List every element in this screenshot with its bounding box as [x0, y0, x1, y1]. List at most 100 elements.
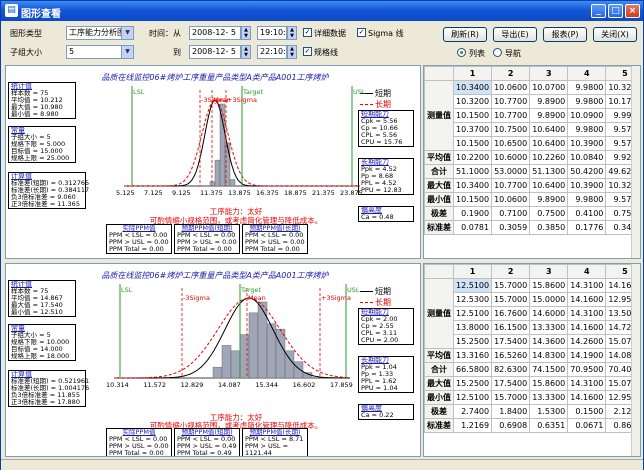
table-cell[interactable]: 10.7500 — [491, 122, 531, 137]
view-table-radio[interactable] — [457, 48, 466, 57]
table-cell[interactable]: 17.5400 — [491, 334, 531, 349]
from-time-spinner[interactable]: ▲ ▼ — [287, 26, 297, 40]
table-row[interactable]: 10.370010.750010.64009.98009.57009. — [425, 122, 640, 137]
table-cell[interactable]: 10.3900 — [567, 178, 607, 193]
table-cell[interactable]: 14.2600 — [567, 334, 607, 349]
table-row[interactable]: 测量值10.340010.060010.07009.980010.32009. — [424, 80, 640, 151]
table-cell[interactable]: 0.7500 — [529, 206, 569, 221]
table-cell[interactable]: 10.1500 — [452, 108, 493, 123]
table-cell[interactable]: 0.3850 — [529, 220, 569, 235]
table-row[interactable]: 12.530015.700015.000014.160012.950014. — [425, 292, 640, 307]
table-cell[interactable]: 14.1900 — [567, 348, 607, 363]
spec-checkbox[interactable]: ✓ — [303, 47, 312, 56]
table-cell[interactable]: 10.3700 — [452, 122, 493, 137]
table-cell[interactable]: 0.6351 — [529, 418, 569, 433]
table-cell[interactable]: 12.5100 — [452, 390, 493, 405]
to-date-spinner[interactable]: ▲ ▼ — [241, 45, 251, 59]
table-row[interactable]: 12.510016.760014.600014.310013.500014. — [425, 306, 640, 321]
table-cell[interactable]: 9.8900 — [529, 192, 569, 207]
table-cell[interactable]: 13.3300 — [529, 390, 569, 405]
table-cell[interactable]: 10.2200 — [452, 150, 493, 165]
report-button[interactable]: 报表(P) — [543, 27, 587, 42]
vertical-scrollbar[interactable] — [631, 264, 640, 456]
table-cell[interactable]: 1.5300 — [529, 404, 569, 419]
table-cell[interactable]: 14.1600 — [567, 390, 607, 405]
table-cell[interactable]: 51.1000 — [452, 164, 493, 179]
table-cell[interactable]: 10.7700 — [491, 94, 531, 109]
summary-row[interactable]: 标准差1.21690.69080.63510.06710.86740. — [424, 418, 640, 433]
summary-row[interactable]: 平均值13.316016.526014.830014.190014.080014… — [424, 348, 640, 363]
table-cell[interactable]: 51.1300 — [529, 164, 569, 179]
from-date-spinner[interactable]: ▲ ▼ — [241, 26, 251, 40]
table-cell[interactable]: 0.3059 — [491, 220, 531, 235]
table-cell[interactable]: 10.0700 — [529, 80, 569, 95]
table-cell[interactable]: 12.5100 — [452, 278, 493, 293]
table-cell[interactable]: 0.6908 — [491, 418, 531, 433]
table-cell[interactable]: 9.9800 — [567, 122, 607, 137]
column-header[interactable]: 2 — [491, 66, 531, 81]
table-cell[interactable]: 9.8900 — [529, 94, 569, 109]
table-cell[interactable]: 14.3600 — [529, 334, 569, 349]
from-date-input[interactable]: 2008-12- 5 — [189, 26, 241, 40]
table-cell[interactable]: 9.9800 — [567, 94, 607, 109]
summary-row[interactable]: 标准差0.07810.30590.38500.17760.34360. — [424, 220, 640, 235]
table-cell[interactable]: 13.3300 — [529, 320, 569, 335]
refresh-button[interactable]: 刷新(R) — [443, 27, 487, 42]
table-row[interactable]: 10.150010.77009.890010.09009.99009. — [425, 108, 640, 123]
summary-row[interactable]: 最大值10.340010.770010.640010.390010.32009. — [424, 178, 640, 193]
table-cell[interactable]: 15.0000 — [529, 292, 569, 307]
table-cell[interactable]: 17.5400 — [491, 376, 531, 391]
table-cell[interactable]: 66.5800 — [452, 362, 493, 377]
table-cell[interactable]: 15.2500 — [452, 376, 493, 391]
summary-row[interactable]: 最大值15.250017.540015.860014.310015.070015… — [424, 376, 640, 391]
table-row[interactable]: 10.320010.77009.89009.980010.17009. — [425, 94, 640, 109]
table-cell[interactable]: 10.0600 — [491, 192, 531, 207]
table-cell[interactable]: 10.6000 — [491, 150, 531, 165]
table-cell[interactable]: 16.1500 — [491, 320, 531, 335]
table-cell[interactable]: 10.0840 — [567, 150, 607, 165]
sigma-checkbox[interactable]: ✓ — [357, 28, 366, 37]
table-cell[interactable]: 10.1500 — [452, 192, 493, 207]
to-time-spinner[interactable]: ▲ ▼ — [287, 45, 297, 59]
column-header[interactable]: 4 — [567, 264, 607, 279]
table-cell[interactable]: 13.8000 — [452, 320, 493, 335]
table-row[interactable]: 13.800016.150013.330014.160014.720013. — [425, 320, 640, 335]
table-cell[interactable]: 14.3100 — [567, 278, 607, 293]
view-nav-radio[interactable] — [493, 48, 502, 57]
table-cell[interactable]: 10.0600 — [491, 80, 531, 95]
table-cell[interactable]: 10.7700 — [491, 108, 531, 123]
table-cell[interactable]: 10.3400 — [452, 80, 493, 95]
table-cell[interactable]: 0.1776 — [567, 220, 607, 235]
table-cell[interactable]: 0.7100 — [491, 206, 531, 221]
column-header[interactable]: 4 — [567, 66, 607, 81]
table-cell[interactable]: 10.2260 — [529, 150, 569, 165]
to-time-input[interactable]: 22:10:15 — [257, 45, 287, 59]
export-button[interactable]: 导出(E) — [493, 27, 537, 42]
summary-row[interactable]: 平均值10.220010.600010.226010.08409.92409. — [424, 150, 640, 165]
table-cell[interactable]: 70.9500 — [567, 362, 607, 377]
table-cell[interactable]: 13.3160 — [452, 348, 493, 363]
table-cell[interactable]: 10.6400 — [529, 136, 569, 151]
subgroup-select[interactable]: 5 ▼ — [66, 45, 134, 59]
table-cell[interactable]: 14.1600 — [567, 320, 607, 335]
table-cell[interactable]: 0.0781 — [452, 220, 493, 235]
table-cell[interactable]: 10.3200 — [452, 94, 493, 109]
table-cell[interactable]: 10.7700 — [491, 178, 531, 193]
table-cell[interactable]: 12.5300 — [452, 292, 493, 307]
summary-row[interactable]: 极差2.74001.84001.53000.15002.12001. — [424, 404, 640, 419]
table-cell[interactable]: 9.8900 — [529, 108, 569, 123]
table-cell[interactable]: 10.3900 — [567, 136, 607, 151]
table-cell[interactable]: 9.9800 — [567, 80, 607, 95]
table-cell[interactable]: 10.6400 — [529, 178, 569, 193]
table-cell[interactable]: 0.0671 — [567, 418, 607, 433]
detail-checkbox[interactable]: ✓ — [303, 28, 312, 37]
table-cell[interactable]: 15.7000 — [491, 292, 531, 307]
table-cell[interactable]: 9.9800 — [567, 192, 607, 207]
from-time-input[interactable]: 19:10:00 — [257, 26, 287, 40]
column-header[interactable]: 3 — [529, 66, 569, 81]
table-cell[interactable]: 53.0000 — [491, 164, 531, 179]
table-cell[interactable]: 0.1500 — [567, 404, 607, 419]
table-cell[interactable]: 15.2500 — [452, 334, 493, 349]
table-cell[interactable]: 10.1500 — [452, 136, 493, 151]
table-cell[interactable]: 1.8400 — [491, 404, 531, 419]
